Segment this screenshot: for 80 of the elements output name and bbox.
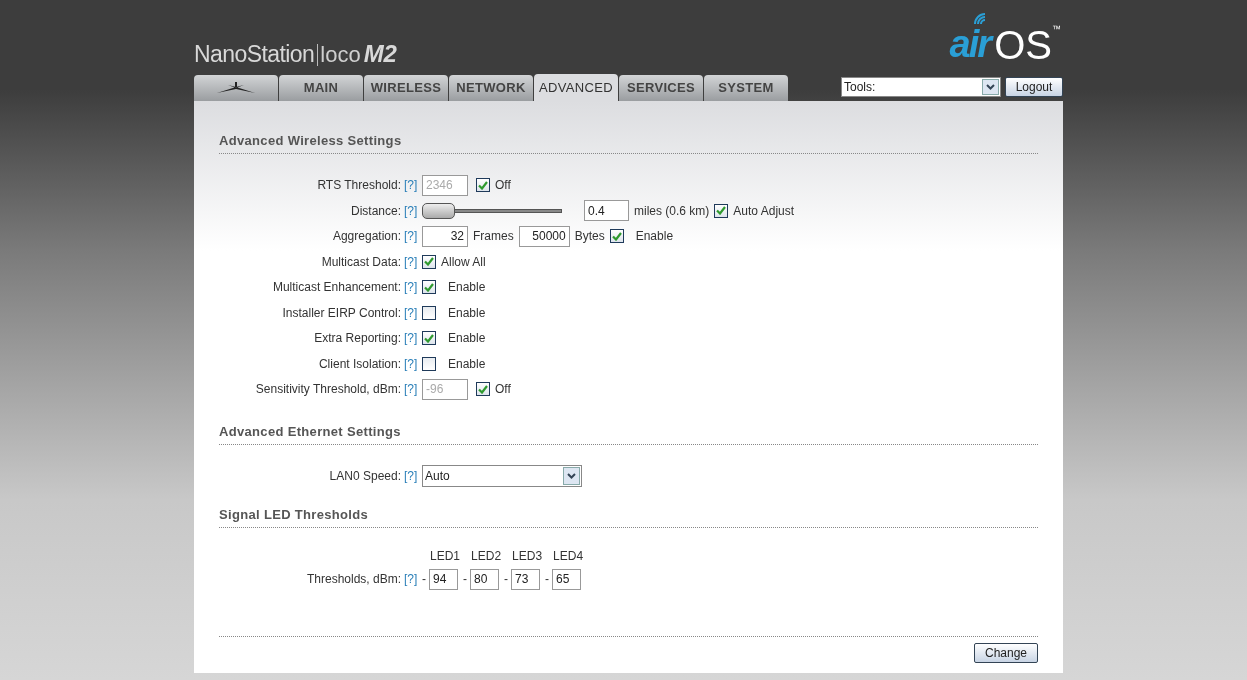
home-tab[interactable] (194, 75, 278, 101)
checkbox-label: Enable (448, 279, 486, 297)
product-line: loco (317, 44, 361, 66)
checkbox-label: Off (495, 177, 511, 195)
checkbox[interactable] (422, 356, 436, 371)
checkbox-label: Allow All (441, 253, 486, 271)
help-link[interactable]: [?] (404, 568, 422, 590)
column-header: LED4 (553, 547, 584, 565)
input-field[interactable]: 65 (552, 568, 582, 590)
dash: - (422, 570, 426, 588)
checkbox[interactable] (476, 382, 490, 397)
tools-dropdown[interactable]: Tools: (841, 77, 1001, 97)
field-label: Multicast Data: (320, 253, 402, 271)
checkbox-label: Auto Adjust (733, 202, 795, 220)
tab[interactable]: NETWORK (449, 75, 533, 101)
dash: - (463, 570, 468, 588)
input-field[interactable]: 32 (422, 225, 468, 247)
checkbox-label: Enable (448, 304, 486, 322)
checkbox-label: Enable (448, 330, 486, 348)
section-title: Advanced Wireless Settings (219, 132, 403, 150)
input-field[interactable]: 80 (470, 568, 500, 590)
field-label: RTS Threshold: (316, 177, 402, 195)
tab[interactable]: SERVICES (619, 75, 703, 101)
help-link[interactable]: [?] (404, 201, 422, 220)
field-label: Thresholds, dBm: (305, 570, 402, 588)
change-button[interactable]: Change (974, 643, 1038, 663)
checkbox[interactable] (422, 254, 436, 269)
checkbox[interactable] (422, 305, 436, 320)
brand-name: OS (994, 25, 1052, 65)
tab[interactable]: ADVANCED (534, 74, 618, 101)
field-label: Extra Reporting: (313, 330, 402, 348)
product-model: M2 (363, 42, 397, 66)
checkbox[interactable] (422, 280, 436, 295)
field-label: Installer EIRP Control: (281, 304, 402, 322)
section-title: Signal LED Thresholds (219, 506, 370, 524)
field-label: Client Isolation: (317, 355, 402, 373)
logout-button[interactable]: Logout (1005, 77, 1063, 97)
checkbox[interactable] (476, 178, 490, 193)
checkbox-label: Enable (448, 355, 486, 373)
unit-label: Bytes (574, 228, 605, 246)
field-label: Distance: (349, 202, 402, 220)
tab[interactable]: SYSTEM (704, 75, 788, 101)
unit-label: Frames (473, 228, 514, 246)
help-link[interactable]: [?] (404, 227, 422, 246)
input-field[interactable]: 94 (429, 568, 458, 590)
tab[interactable]: WIRELESS (364, 75, 448, 101)
column-header: LED3 (512, 547, 543, 565)
help-link[interactable]: [?] (404, 380, 422, 399)
checkbox-label: Enable (635, 228, 674, 246)
field-label: Sensitivity Threshold, dBm: (254, 381, 402, 399)
column-header: LED1 (430, 547, 461, 565)
help-link[interactable]: [?] (404, 176, 422, 195)
checkbox-label: Off (495, 381, 511, 399)
column-header: LED2 (471, 547, 502, 565)
dropdown[interactable]: Auto (422, 465, 582, 488)
tab[interactable]: MAIN (279, 75, 363, 101)
field-label: Aggregation: (331, 228, 402, 246)
input-field[interactable]: 0.4 (584, 200, 629, 222)
checkbox[interactable] (714, 203, 729, 218)
help-link[interactable]: [?] (404, 303, 422, 322)
unit-label: miles (0.6 km) (634, 202, 710, 220)
checkbox[interactable] (422, 331, 436, 346)
dash: - (545, 570, 550, 588)
slider-thumb[interactable] (422, 202, 455, 219)
help-link[interactable]: [?] (404, 467, 422, 486)
signal-waves-icon (973, 12, 988, 26)
section-title: Advanced Ethernet Settings (219, 423, 402, 441)
field-label: LAN0 Speed: (328, 468, 402, 486)
dash: - (504, 570, 509, 588)
checkbox[interactable] (609, 229, 624, 244)
input-field[interactable]: 73 (511, 568, 541, 590)
help-link[interactable]: [?] (404, 329, 422, 348)
brand-prefix: air (949, 25, 991, 63)
help-link[interactable]: [?] (404, 252, 422, 271)
trademark: ™ (1052, 25, 1061, 34)
product-name: NanoStation (194, 43, 315, 66)
input-field[interactable]: 50000 (518, 225, 570, 247)
help-link[interactable]: [?] (404, 354, 422, 373)
help-link[interactable]: [?] (404, 278, 422, 297)
field-label: Multicast Enhancement: (271, 279, 402, 297)
